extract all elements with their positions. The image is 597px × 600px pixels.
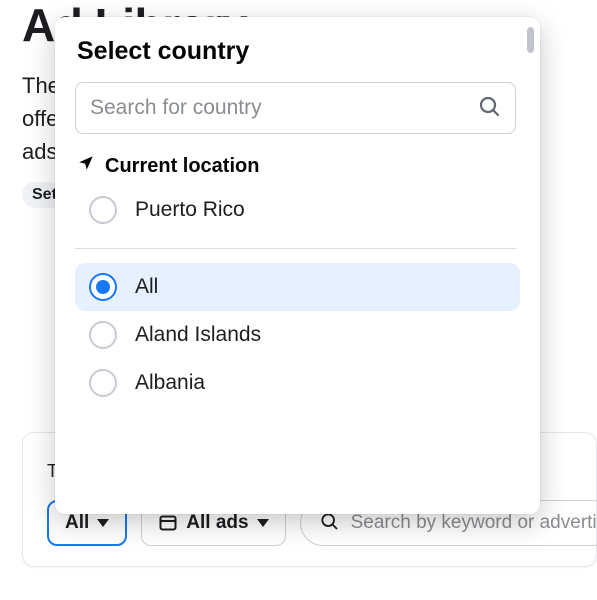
radio-icon: [89, 369, 117, 397]
country-search[interactable]: [75, 82, 516, 134]
ads-icon: [158, 513, 178, 533]
current-location-section: Current location: [75, 152, 536, 186]
keyword-search-input[interactable]: [351, 512, 596, 534]
current-location-label: Current location: [105, 155, 259, 178]
country-option-label: Albania: [135, 371, 205, 395]
ad-category-value: All ads: [186, 512, 248, 534]
radio-icon: [89, 321, 117, 349]
search-icon: [477, 94, 501, 123]
scrollbar-thumb[interactable]: [527, 27, 534, 53]
country-option[interactable]: Aland Islands: [75, 311, 520, 359]
country-option-all[interactable]: All: [75, 263, 520, 311]
country-option-label: Puerto Rico: [135, 198, 245, 222]
search-icon: [319, 511, 339, 536]
divider: [75, 248, 516, 249]
popover-title: Select country: [75, 37, 536, 66]
country-option-label: Aland Islands: [135, 323, 261, 347]
radio-icon: [89, 196, 117, 224]
radio-icon: [89, 273, 117, 301]
country-select-popover: Select country Current location Puerto R…: [55, 17, 540, 514]
country-option-label: All: [135, 275, 158, 299]
location-arrow-icon: [77, 154, 95, 178]
chevron-down-icon: [97, 519, 109, 527]
chevron-down-icon: [257, 519, 269, 527]
country-search-input[interactable]: [90, 96, 477, 120]
country-option[interactable]: Albania: [75, 359, 520, 407]
country-filter-value: All: [65, 512, 89, 534]
country-option-current[interactable]: Puerto Rico: [75, 186, 520, 234]
